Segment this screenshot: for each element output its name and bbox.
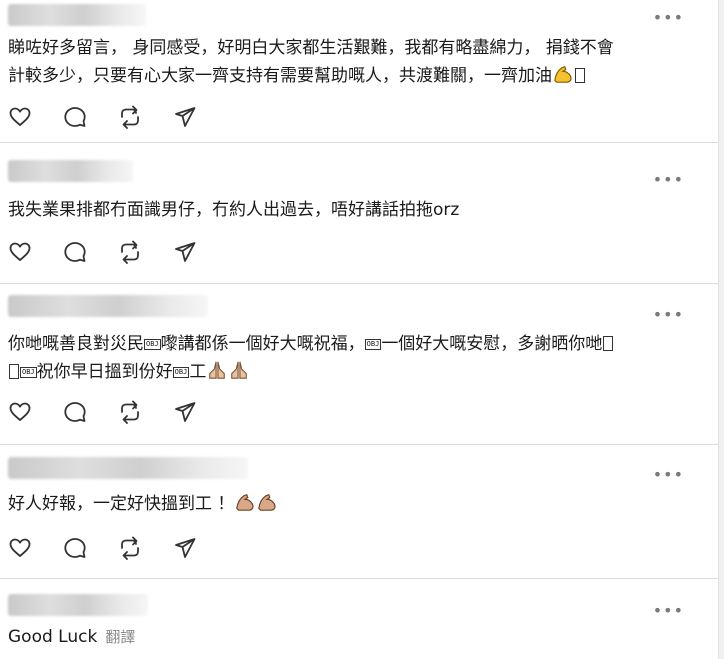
share-button[interactable] [173,399,228,425]
like-button[interactable] [8,104,63,130]
comment-actions [8,399,228,425]
share-button[interactable] [173,239,228,265]
like-button[interactable] [8,399,63,425]
comment-actions [8,239,228,265]
comment-icon [64,107,86,127]
send-icon [175,107,196,127]
reply-button[interactable] [63,399,118,425]
more-options-icon[interactable]: ••• [653,467,684,483]
missing-glyph [575,68,585,83]
flexed-biceps-emoji [554,65,572,83]
reply-button[interactable] [63,239,118,265]
comment-text: 你哋嘅善良對災民 OBJ 嚟講都係一個好大嘅祝福， OBJ 一個好大嘅安慰，多謝晒你哋 … [8,330,678,386]
flexed-biceps-emoji [236,493,254,511]
heart-icon [9,538,31,558]
comment-actions [8,104,228,130]
missing-glyph [603,336,614,351]
reply-button[interactable] [63,535,118,561]
like-button[interactable] [8,535,63,561]
comment-item: ••• Good Luck 翻譯 [0,579,718,659]
share-button[interactable] [173,104,228,130]
comment-text-segment: 嚟講都係一個好大嘅祝福， [160,334,365,354]
flexed-biceps-emoji [258,493,276,511]
heart-icon [9,402,31,422]
like-button[interactable] [8,239,63,265]
comment-icon [64,242,86,262]
comment-actions [8,535,228,561]
repost-icon [121,536,139,560]
comment-text-line: 睇咗好多留言， 身同感受，好明白大家都生活艱難，我都有略盡綿力， 捐錢不會 [8,38,614,58]
repost-button[interactable] [118,239,173,265]
comment-text-segment: 工 [189,362,207,382]
send-icon [175,242,196,262]
comment-item: ••• 我失業果排都冇面識男仔，冇約人出過去，唔好講話拍拖orz [0,143,718,284]
blurred-username [8,4,146,26]
missing-glyph [9,364,19,379]
more-options-icon[interactable]: ••• [653,10,684,26]
folded-hands-emoji [209,361,226,379]
object-replacement-glyph: OBJ [172,367,190,378]
comment-text-line: 計較多少，只要有心大家一齊支持有需要幫助嘅人，共渡難關，一齊加油 [8,66,552,86]
repost-button[interactable] [118,104,173,130]
repost-icon [121,400,139,424]
more-options-icon[interactable]: ••• [653,603,684,619]
comment-icon [64,402,86,422]
blurred-username [8,457,248,479]
object-replacement-glyph: OBJ [364,339,382,350]
more-options-icon[interactable]: ••• [653,307,684,323]
comment-item: ••• 你哋嘅善良對災民 OBJ 嚟講都係一個好大嘅祝福， OBJ 一個好大嘅安慰，多謝… [0,284,718,445]
comment-item: ••• 睇咗好多留言， 身同感受，好明白大家都生活艱難，我都有略盡綿力， 捐錢不… [0,0,718,143]
folded-hands-emoji [231,361,248,379]
page-edge [718,0,724,659]
send-icon [175,538,196,558]
blurred-username [8,295,208,317]
comment-icon [64,538,86,558]
repost-button[interactable] [118,399,173,425]
comment-item: ••• 好人好報，一定好快搵到工 ！ [0,445,718,579]
object-replacement-glyph: OBJ [144,339,161,350]
repost-icon [121,105,139,129]
heart-icon [9,242,31,262]
repost-icon [121,240,139,264]
comment-text-segment: 祝你早日搵到份好 [36,362,173,382]
blurred-username [8,160,133,182]
share-button[interactable] [173,535,228,561]
blurred-username [8,594,148,616]
comment-text-segment: 你哋嘅善良對災民 [8,334,144,354]
comment-text: 睇咗好多留言， 身同感受，好明白大家都生活艱難，我都有略盡綿力， 捐錢不會 計較… [8,34,678,90]
comment-text: 我失業果排都冇面識男仔，冇約人出過去，唔好講話拍拖orz [8,200,460,220]
comment-text-segment: 一個好大嘅安慰，多謝晒你哋 [381,334,603,354]
comment-text-line: 好人好報，一定好快搵到工 ！ [8,494,235,514]
object-replacement-glyph: OBJ [20,367,37,378]
heart-icon [9,107,31,127]
comment-text-line: Good Luck [8,627,98,647]
more-options-icon[interactable]: ••• [653,172,684,188]
repost-button[interactable] [118,535,173,561]
comment-text: 好人好報，一定好快搵到工 ！ [8,490,678,518]
comment-text: Good Luck 翻譯 [8,623,678,651]
send-icon [175,402,196,422]
translate-link[interactable]: 翻譯 [105,628,135,646]
reply-button[interactable] [63,104,118,130]
